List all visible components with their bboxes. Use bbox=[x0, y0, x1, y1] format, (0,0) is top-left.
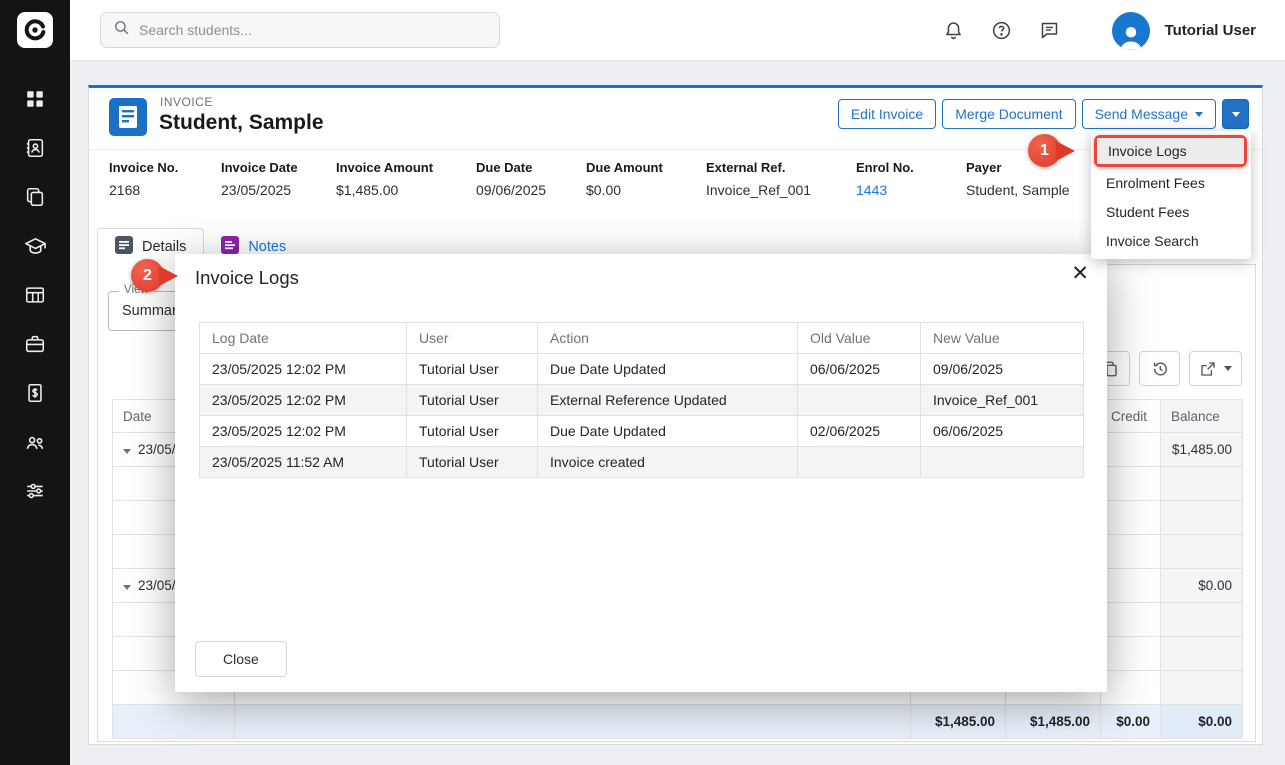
total-paid: $1,485.00 bbox=[1006, 705, 1101, 739]
tab-notes-label: Notes bbox=[248, 239, 286, 255]
invoice-header: INVOICE Student, Sample Edit Invoice Mer… bbox=[89, 88, 1262, 150]
meta-enrol-no: Enrol No.1443 bbox=[856, 160, 966, 198]
help-icon[interactable] bbox=[991, 20, 1012, 41]
search-icon bbox=[113, 19, 130, 41]
user-avatar[interactable] bbox=[1112, 12, 1150, 50]
chevron-down-icon bbox=[123, 449, 131, 454]
annotation-step-2: 2 bbox=[131, 259, 164, 292]
page-title: Student, Sample bbox=[159, 111, 324, 135]
meta-invoice-date: Invoice Date23/05/2025 bbox=[221, 160, 336, 198]
notifications-bell-icon[interactable] bbox=[943, 20, 964, 41]
header-actions: Edit Invoice Merge Document Send Message bbox=[838, 99, 1249, 129]
send-message-button[interactable]: Send Message bbox=[1082, 99, 1216, 129]
details-icon bbox=[115, 236, 133, 258]
log-row: 23/05/2025 12:02 PMTutorial UserDue Date… bbox=[200, 416, 1084, 447]
meta-invoice-no: Invoice No.2168 bbox=[109, 160, 221, 198]
invoice-dollar-icon[interactable] bbox=[23, 381, 47, 405]
invoice-logs-table: Log Date User Action Old Value New Value… bbox=[199, 322, 1084, 478]
total-amount: $1,485.00 bbox=[911, 705, 1006, 739]
menu-item-student-fees[interactable]: Student Fees bbox=[1091, 197, 1251, 226]
search-input[interactable] bbox=[139, 22, 487, 38]
log-row: 23/05/2025 12:02 PMTutorial UserDue Date… bbox=[200, 354, 1084, 385]
chevron-down-icon bbox=[123, 585, 131, 590]
col-credit: Credit bbox=[1101, 400, 1161, 433]
chevron-down-icon bbox=[1224, 366, 1232, 371]
app-logo-mark bbox=[17, 12, 53, 48]
log-row: 23/05/2025 11:52 AMTutorial UserInvoice … bbox=[200, 447, 1084, 478]
annotation-step-1: 1 bbox=[1028, 134, 1061, 167]
app-logo[interactable] bbox=[0, 0, 70, 60]
filter-sliders-icon[interactable] bbox=[23, 479, 47, 503]
menu-item-invoice-logs[interactable]: Invoice Logs bbox=[1097, 138, 1244, 164]
tab-details-label: Details bbox=[142, 239, 186, 255]
merge-document-button[interactable]: Merge Document bbox=[942, 99, 1075, 129]
log-row: 23/05/2025 12:02 PMTutorial UserExternal… bbox=[200, 385, 1084, 416]
meta-invoice-amount: Invoice Amount$1,485.00 bbox=[336, 160, 476, 198]
topbar: Tutorial User bbox=[70, 0, 1285, 61]
invoice-icon bbox=[109, 98, 147, 136]
menu-item-enrolment-fees[interactable]: Enrolment Fees bbox=[1091, 168, 1251, 197]
modal-title: Invoice Logs bbox=[195, 267, 299, 289]
chevron-down-icon bbox=[1232, 112, 1240, 117]
meta-due-date: Due Date09/06/2025 bbox=[476, 160, 586, 198]
invoice-kicker: INVOICE bbox=[160, 95, 213, 109]
application-window: Tutorial User INVOICE Student, Sample Ed… bbox=[0, 0, 1285, 765]
briefcase-icon[interactable] bbox=[23, 332, 47, 356]
chat-icon[interactable] bbox=[1039, 20, 1060, 41]
edit-invoice-button[interactable]: Edit Invoice bbox=[838, 99, 936, 129]
chevron-down-icon bbox=[1195, 112, 1203, 117]
search-box bbox=[100, 12, 500, 48]
enrol-no-link[interactable]: 1443 bbox=[856, 182, 956, 198]
send-message-menu: Invoice Logs Enrolment Fees Student Fees… bbox=[1091, 131, 1251, 259]
invoice-meta: Invoice No.2168 Invoice Date23/05/2025 I… bbox=[109, 160, 1080, 198]
totals-row: $1,485.00 $1,485.00 $0.00 $0.00 bbox=[113, 705, 1243, 739]
graduation-cap-icon[interactable] bbox=[23, 234, 47, 258]
documents-icon[interactable] bbox=[23, 185, 47, 209]
meta-external-ref: External Ref.Invoice_Ref_001 bbox=[706, 160, 856, 198]
export-button[interactable] bbox=[1189, 351, 1242, 386]
sidebar-nav bbox=[0, 60, 70, 503]
history-button[interactable] bbox=[1139, 351, 1180, 386]
sidebar bbox=[0, 0, 70, 765]
log-table-header-row: Log Date User Action Old Value New Value bbox=[200, 323, 1084, 354]
close-icon[interactable]: ✕ bbox=[1071, 263, 1089, 284]
data-table-icon[interactable] bbox=[23, 283, 47, 307]
meta-due-amount: Due Amount$0.00 bbox=[586, 160, 706, 198]
invoice-logs-modal: Invoice Logs ✕ Log Date User Action Old … bbox=[175, 254, 1107, 692]
address-book-icon[interactable] bbox=[23, 136, 47, 160]
user-name[interactable]: Tutorial User bbox=[1165, 22, 1256, 39]
meta-payer: PayerStudent, Sample bbox=[966, 160, 1080, 198]
menu-item-invoice-search[interactable]: Invoice Search bbox=[1091, 226, 1251, 255]
more-actions-button[interactable] bbox=[1222, 99, 1249, 129]
send-message-label: Send Message bbox=[1095, 106, 1188, 122]
details-toolbar bbox=[1089, 351, 1242, 386]
total-balance: $0.00 bbox=[1161, 705, 1243, 739]
col-balance: Balance bbox=[1161, 400, 1243, 433]
close-button[interactable]: Close bbox=[195, 641, 287, 677]
dashboard-icon[interactable] bbox=[23, 87, 47, 111]
topbar-actions: Tutorial User bbox=[943, 0, 1285, 61]
invoice-logs-highlight-box: Invoice Logs bbox=[1094, 135, 1247, 167]
total-credit: $0.00 bbox=[1101, 705, 1161, 739]
people-icon[interactable] bbox=[23, 430, 47, 454]
